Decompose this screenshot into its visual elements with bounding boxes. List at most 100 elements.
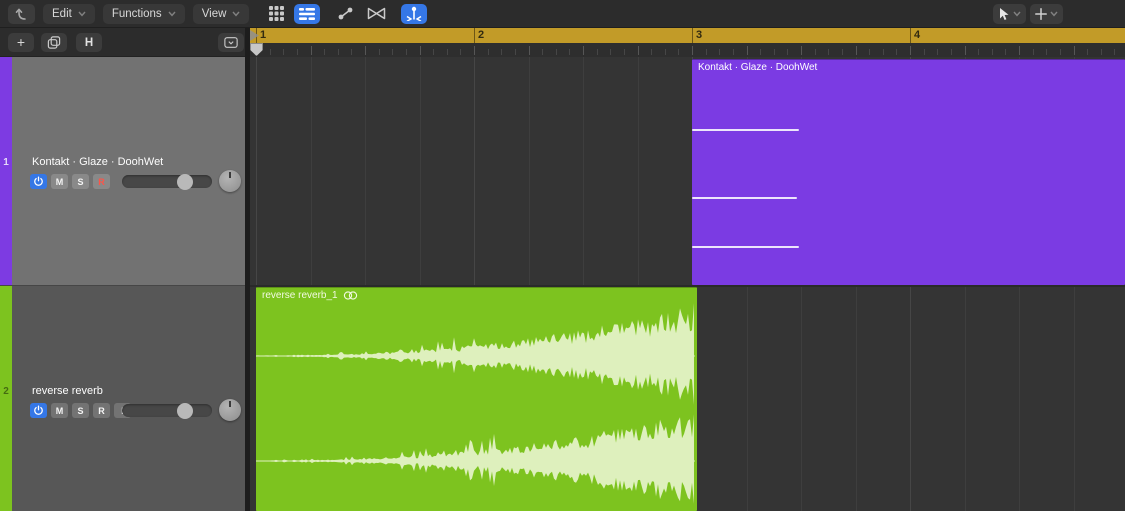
ruler-tick [270, 49, 271, 55]
ruler-tick [474, 46, 475, 55]
midi-note [692, 129, 799, 131]
track-name[interactable]: reverse reverb [32, 385, 103, 397]
ruler-tick [910, 46, 911, 55]
ruler-tick [856, 46, 857, 55]
track-r-button[interactable]: R [93, 403, 110, 418]
global-tracks-button[interactable] [218, 33, 244, 52]
ruler-tick [597, 49, 598, 55]
ruler-tick [338, 49, 339, 55]
functions-menu[interactable]: Functions [103, 4, 185, 24]
ruler-tick [828, 49, 829, 55]
ruler-tick [542, 49, 543, 55]
volume-slider[interactable] [122, 175, 212, 188]
track-m-button[interactable]: M [51, 174, 68, 189]
ruler-tick [719, 49, 720, 55]
pan-knob[interactable] [219, 399, 241, 421]
ruler-tick [569, 49, 570, 55]
ruler-tick [1046, 49, 1047, 55]
automation-button[interactable] [332, 4, 358, 24]
ruler-tick [324, 49, 325, 55]
ruler-tick [488, 49, 489, 55]
ruler-tick [583, 46, 584, 55]
global-tracks-icon [224, 36, 238, 49]
ruler-tick [951, 49, 952, 55]
volume-slider-thumb[interactable] [177, 403, 193, 419]
ruler-tick [937, 49, 938, 55]
pointer-tool-icon [999, 8, 1010, 21]
volume-slider-thumb[interactable] [177, 174, 193, 190]
ruler-bar-band[interactable]: 1234 [250, 28, 1125, 43]
track-header-1[interactable]: 1 Kontakt · Glaze · DoohWet MSR [0, 57, 245, 285]
ruler-tick [297, 49, 298, 55]
audio-region[interactable]: reverse reverb_1 [256, 287, 697, 511]
track-s-button[interactable]: S [72, 403, 89, 418]
track-r-button[interactable]: R [93, 174, 110, 189]
back-arrow-button[interactable] [8, 4, 35, 24]
ruler-tick [501, 49, 502, 55]
view-menu[interactable]: View [193, 4, 250, 24]
ruler-tick [1060, 49, 1061, 55]
chevron-down-icon [1013, 11, 1021, 17]
track-header-2[interactable]: 2 reverse reverb MSRI [0, 285, 245, 511]
midi-region[interactable]: Kontakt · Glaze · DoohWet [692, 59, 1125, 285]
ruler-tick [842, 49, 843, 55]
ruler-tick [365, 46, 366, 55]
flex-button[interactable] [363, 4, 389, 24]
track-s-button[interactable]: S [72, 174, 89, 189]
bar-ruler[interactable]: 1234 [250, 28, 1125, 57]
hide-tracks-label: H [85, 37, 93, 49]
track-m-button[interactable]: M [51, 403, 68, 418]
track-name[interactable]: Kontakt · Glaze · DoohWet [32, 156, 163, 168]
ruler-tick [992, 49, 993, 55]
bar-number: 1 [260, 29, 266, 41]
ruler-tick [1087, 49, 1088, 55]
duplicate-track-button[interactable] [41, 33, 67, 52]
ruler-tick [869, 49, 870, 55]
edit-menu[interactable]: Edit [43, 4, 95, 24]
ruler-tick [815, 49, 816, 55]
ruler-tick [651, 49, 652, 55]
grid-view-button[interactable] [263, 4, 289, 24]
stereo-icon [343, 291, 358, 300]
track-power-button[interactable] [30, 403, 47, 418]
ruler-tick [883, 49, 884, 55]
ruler-tick [692, 46, 693, 55]
power-icon [33, 176, 44, 187]
bar-separator [474, 28, 475, 43]
track-number: 1 [0, 157, 12, 168]
ruler-tick [406, 49, 407, 55]
ruler-tick [1033, 49, 1034, 55]
ruler-tick [1074, 46, 1075, 55]
hide-tracks-button[interactable]: H [76, 33, 102, 52]
track-controls: MSR [30, 173, 110, 190]
track-list-button[interactable] [294, 4, 320, 24]
grid-view-icon [269, 6, 284, 21]
track-power-button[interactable] [30, 174, 47, 189]
crosshair-tool-icon [1035, 8, 1047, 20]
audio-waveform [256, 288, 697, 511]
ruler-tick-band[interactable] [250, 43, 1125, 57]
track-list-icon [299, 7, 315, 21]
crosshair-tool-button[interactable] [1030, 4, 1063, 24]
add-track-button[interactable]: + [8, 33, 34, 52]
ruler-tick [311, 46, 312, 55]
arrange-area[interactable]: Kontakt · Glaze · DoohWet reverse reverb… [250, 57, 1125, 511]
bar-number: 4 [914, 29, 920, 41]
catch-playhead-button[interactable] [401, 4, 427, 24]
ruler-tick [433, 49, 434, 55]
ruler-tick [1101, 49, 1102, 55]
ruler-tick [774, 49, 775, 55]
chevron-down-icon [78, 11, 86, 17]
ruler-tick [610, 49, 611, 55]
ruler-tick [420, 46, 421, 55]
ruler-tick [706, 49, 707, 55]
pan-knob[interactable] [219, 170, 241, 192]
track-controls: MSRI [30, 402, 131, 419]
track-color-strip [0, 57, 12, 285]
pointer-tool-button[interactable] [993, 4, 1026, 24]
tool-menus [993, 4, 1063, 24]
ruler-tick [556, 49, 557, 55]
power-icon [33, 405, 44, 416]
chevron-down-icon [168, 11, 176, 17]
volume-slider[interactable] [122, 404, 212, 417]
